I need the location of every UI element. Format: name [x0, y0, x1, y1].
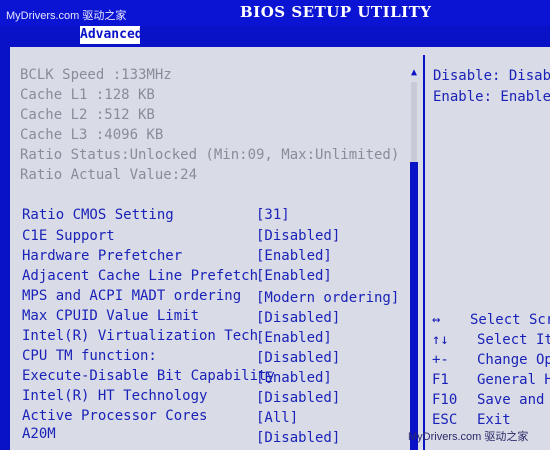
- setting-active-cores[interactable]: Active Processor Cores: [22, 408, 207, 424]
- key-desc-select-screen: Select Scre: [470, 312, 550, 328]
- value-max-cpuid[interactable]: [Disabled]: [256, 310, 340, 326]
- value-cpu-tm[interactable]: [Disabled]: [256, 350, 340, 366]
- value-c1e-support[interactable]: [Disabled]: [256, 228, 340, 244]
- select-screen-key-icon: ↔: [432, 312, 441, 328]
- value-mps-acpi[interactable]: [Modern ordering]: [256, 290, 399, 306]
- setting-cpu-tm[interactable]: CPU TM function:: [22, 348, 157, 364]
- value-ht-technology[interactable]: [Disabled]: [256, 390, 340, 406]
- scroll-thumb[interactable]: [410, 162, 418, 450]
- value-a20m[interactable]: [Disabled]: [256, 430, 340, 446]
- key-desc-exit: Exit: [477, 412, 511, 428]
- setting-ratio-cmos[interactable]: Ratio CMOS Setting: [22, 207, 174, 223]
- value-execute-disable[interactable]: [Enabled]: [256, 370, 332, 386]
- key-desc-select-item: Select Ite: [477, 332, 550, 348]
- info-ratio-actual: Ratio Actual Value:24: [20, 167, 198, 183]
- select-item-key-icon: ↑↓: [432, 332, 449, 348]
- setting-adjacent-cache[interactable]: Adjacent Cache Line Prefetch: [22, 268, 258, 284]
- value-active-cores[interactable]: [All]: [256, 410, 298, 426]
- change-option-key-icon: +-: [432, 352, 449, 368]
- bios-title: BIOS SETUP UTILITY: [240, 3, 432, 21]
- value-virtualization[interactable]: [Enabled]: [256, 330, 332, 346]
- setting-c1e-support[interactable]: C1E Support: [22, 228, 115, 244]
- value-adjacent-cache[interactable]: [Enabled]: [256, 268, 332, 284]
- value-hardware-prefetcher[interactable]: [Enabled]: [256, 248, 332, 264]
- info-bclk-speed: BCLK Speed :133MHz: [20, 67, 172, 83]
- tab-advanced[interactable]: Advanced: [80, 26, 143, 44]
- help-text-enable: Enable: Enable: [433, 89, 550, 105]
- key-desc-change-option: Change Opt: [477, 352, 550, 368]
- setting-a20m[interactable]: A20M: [22, 426, 56, 442]
- value-ratio-cmos[interactable]: [31]: [256, 207, 290, 223]
- setting-ht-technology[interactable]: Intel(R) HT Technology: [22, 388, 207, 404]
- setting-execute-disable[interactable]: Execute-Disable Bit Capability: [22, 368, 275, 384]
- setting-max-cpuid[interactable]: Max CPUID Value Limit: [22, 308, 199, 324]
- key-desc-general-help: General He: [477, 372, 550, 388]
- info-cache-l1: Cache L1 :128 KB: [20, 87, 155, 103]
- key-desc-save-exit: Save and E: [477, 392, 550, 408]
- setting-mps-acpi[interactable]: MPS and ACPI MADT ordering: [22, 288, 241, 304]
- settings-scrollbar[interactable]: ▲: [408, 66, 420, 450]
- setting-hardware-prefetcher[interactable]: Hardware Prefetcher: [22, 248, 182, 264]
- info-ratio-status: Ratio Status:Unlocked (Min:09, Max:Unlim…: [20, 147, 400, 163]
- key-f1: F1: [432, 372, 449, 388]
- key-f10: F10: [432, 392, 458, 408]
- info-cache-l2: Cache L2 :512 KB: [20, 107, 155, 123]
- watermark-top: MyDrivers.com 驱动之家: [6, 10, 127, 22]
- info-cache-l3: Cache L3 :4096 KB: [20, 127, 164, 143]
- key-esc: ESC: [432, 412, 458, 428]
- help-text-disable: Disable: Disable: [433, 68, 550, 84]
- panel-divider: [423, 55, 425, 450]
- setting-virtualization[interactable]: Intel(R) Virtualization Tech: [22, 328, 258, 344]
- scroll-up-arrow-icon[interactable]: ▲: [408, 66, 420, 80]
- watermark-bottom: MyDrivers.com 驱动之家: [408, 431, 529, 443]
